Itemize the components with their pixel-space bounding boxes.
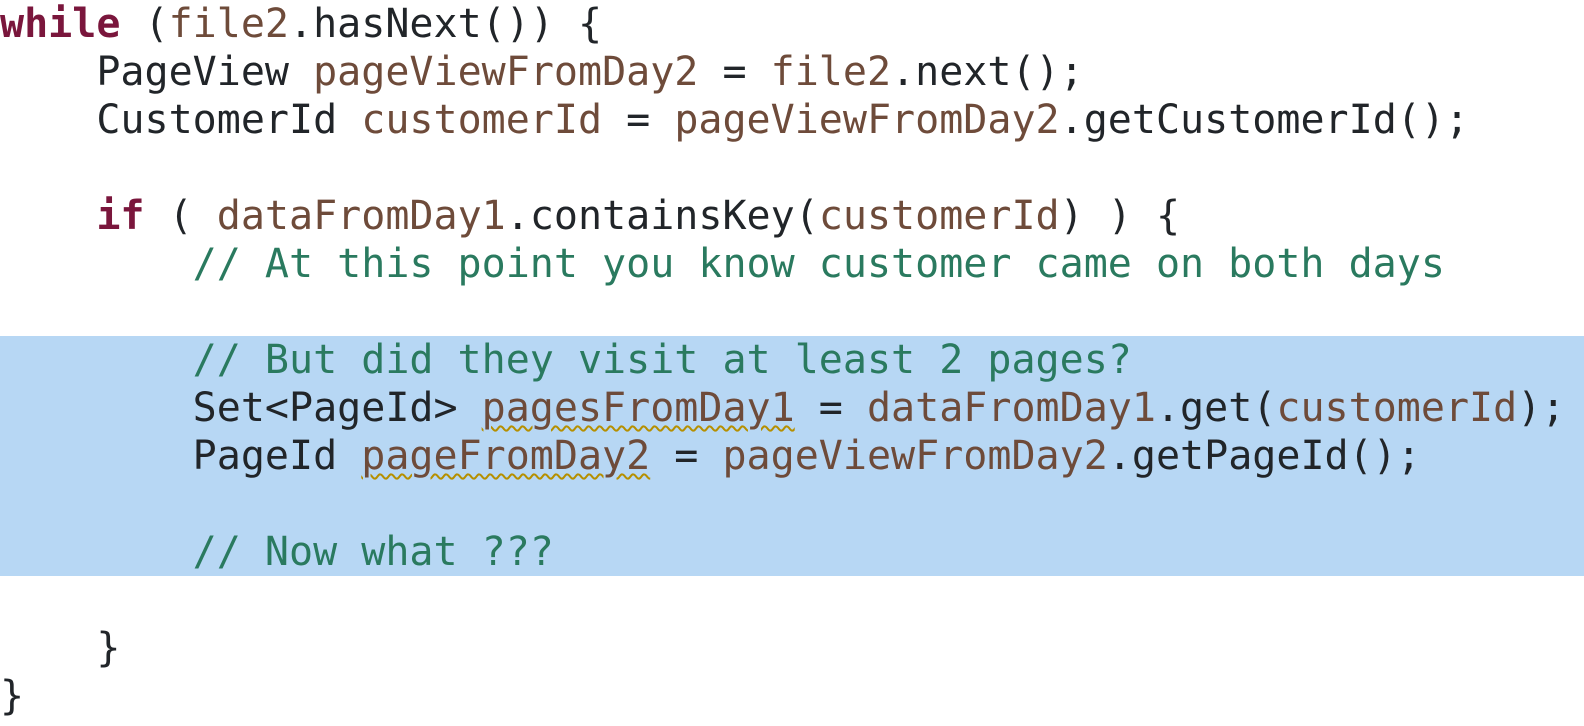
code-token: ) ) { (1060, 193, 1180, 239)
code-line-9: Set<PageId> pagesFromDay1 = dataFromDay1… (0, 384, 1584, 432)
code-token: .get( (1156, 385, 1276, 431)
code-token: pagesFromDay1 (482, 385, 795, 431)
code-line-3: CustomerId customerId = pageViewFromDay2… (0, 96, 1584, 144)
code-line-13 (0, 576, 1584, 624)
code-token: dataFromDay1 (867, 385, 1156, 431)
code-token: .hasNext()) { (289, 1, 602, 47)
code-token: } (0, 625, 120, 671)
code-token: customerId (361, 97, 602, 143)
code-token (0, 337, 193, 383)
code-token: file2 (771, 49, 891, 95)
code-token: pageViewFromDay2 (313, 49, 698, 95)
code-token: customerId (1276, 385, 1517, 431)
code-token: pageFromDay2 (361, 433, 650, 479)
code-token: while (0, 1, 120, 47)
code-token (0, 145, 24, 191)
code-line-8: // But did they visit at least 2 pages? (0, 336, 1584, 384)
code-line-1: while (file2.hasNext()) { (0, 0, 1584, 48)
code-line-5: if ( dataFromDay1.containsKey(customerId… (0, 192, 1584, 240)
code-token: ( (120, 1, 168, 47)
code-token: if (96, 193, 144, 239)
code-token: = (795, 385, 867, 431)
code-token: .getCustomerId(); (1060, 97, 1469, 143)
code-line-15: } (0, 672, 1584, 720)
code-line-7 (0, 288, 1584, 336)
code-token: ); (1517, 385, 1565, 431)
code-token: pageViewFromDay2 (722, 433, 1107, 479)
code-token (0, 481, 24, 527)
code-line-6: // At this point you know customer came … (0, 240, 1584, 288)
code-token: } (0, 673, 24, 719)
code-line-2: PageView pageViewFromDay2 = file2.next()… (0, 48, 1584, 96)
code-line-12: // Now what ??? (0, 528, 1584, 576)
code-token: .next(); (891, 49, 1084, 95)
code-token: CustomerId (0, 97, 361, 143)
code-token: dataFromDay1 (217, 193, 506, 239)
code-token: .containsKey( (506, 193, 819, 239)
code-token: Set<PageId> (0, 385, 482, 431)
code-token: // At this point you know customer came … (193, 241, 1445, 287)
code-line-4 (0, 144, 1584, 192)
code-token: = (698, 49, 770, 95)
code-token: = (650, 433, 722, 479)
code-token: // Now what ??? (193, 529, 554, 575)
code-token: = (602, 97, 674, 143)
code-token: PageId (0, 433, 361, 479)
code-token: ( (145, 193, 217, 239)
code-token (0, 241, 193, 287)
code-token (0, 577, 24, 623)
code-token: PageView (0, 49, 313, 95)
code-block: while (file2.hasNext()) { PageView pageV… (0, 0, 1584, 720)
code-token: file2 (169, 1, 289, 47)
code-token: customerId (819, 193, 1060, 239)
code-token: pageViewFromDay2 (674, 97, 1059, 143)
code-token (0, 529, 193, 575)
code-token: .getPageId(); (1108, 433, 1421, 479)
code-line-10: PageId pageFromDay2 = pageViewFromDay2.g… (0, 432, 1584, 480)
code-line-14: } (0, 624, 1584, 672)
code-token (0, 193, 96, 239)
code-line-11 (0, 480, 1584, 528)
code-token (0, 289, 24, 335)
code-token: // But did they visit at least 2 pages? (193, 337, 1132, 383)
